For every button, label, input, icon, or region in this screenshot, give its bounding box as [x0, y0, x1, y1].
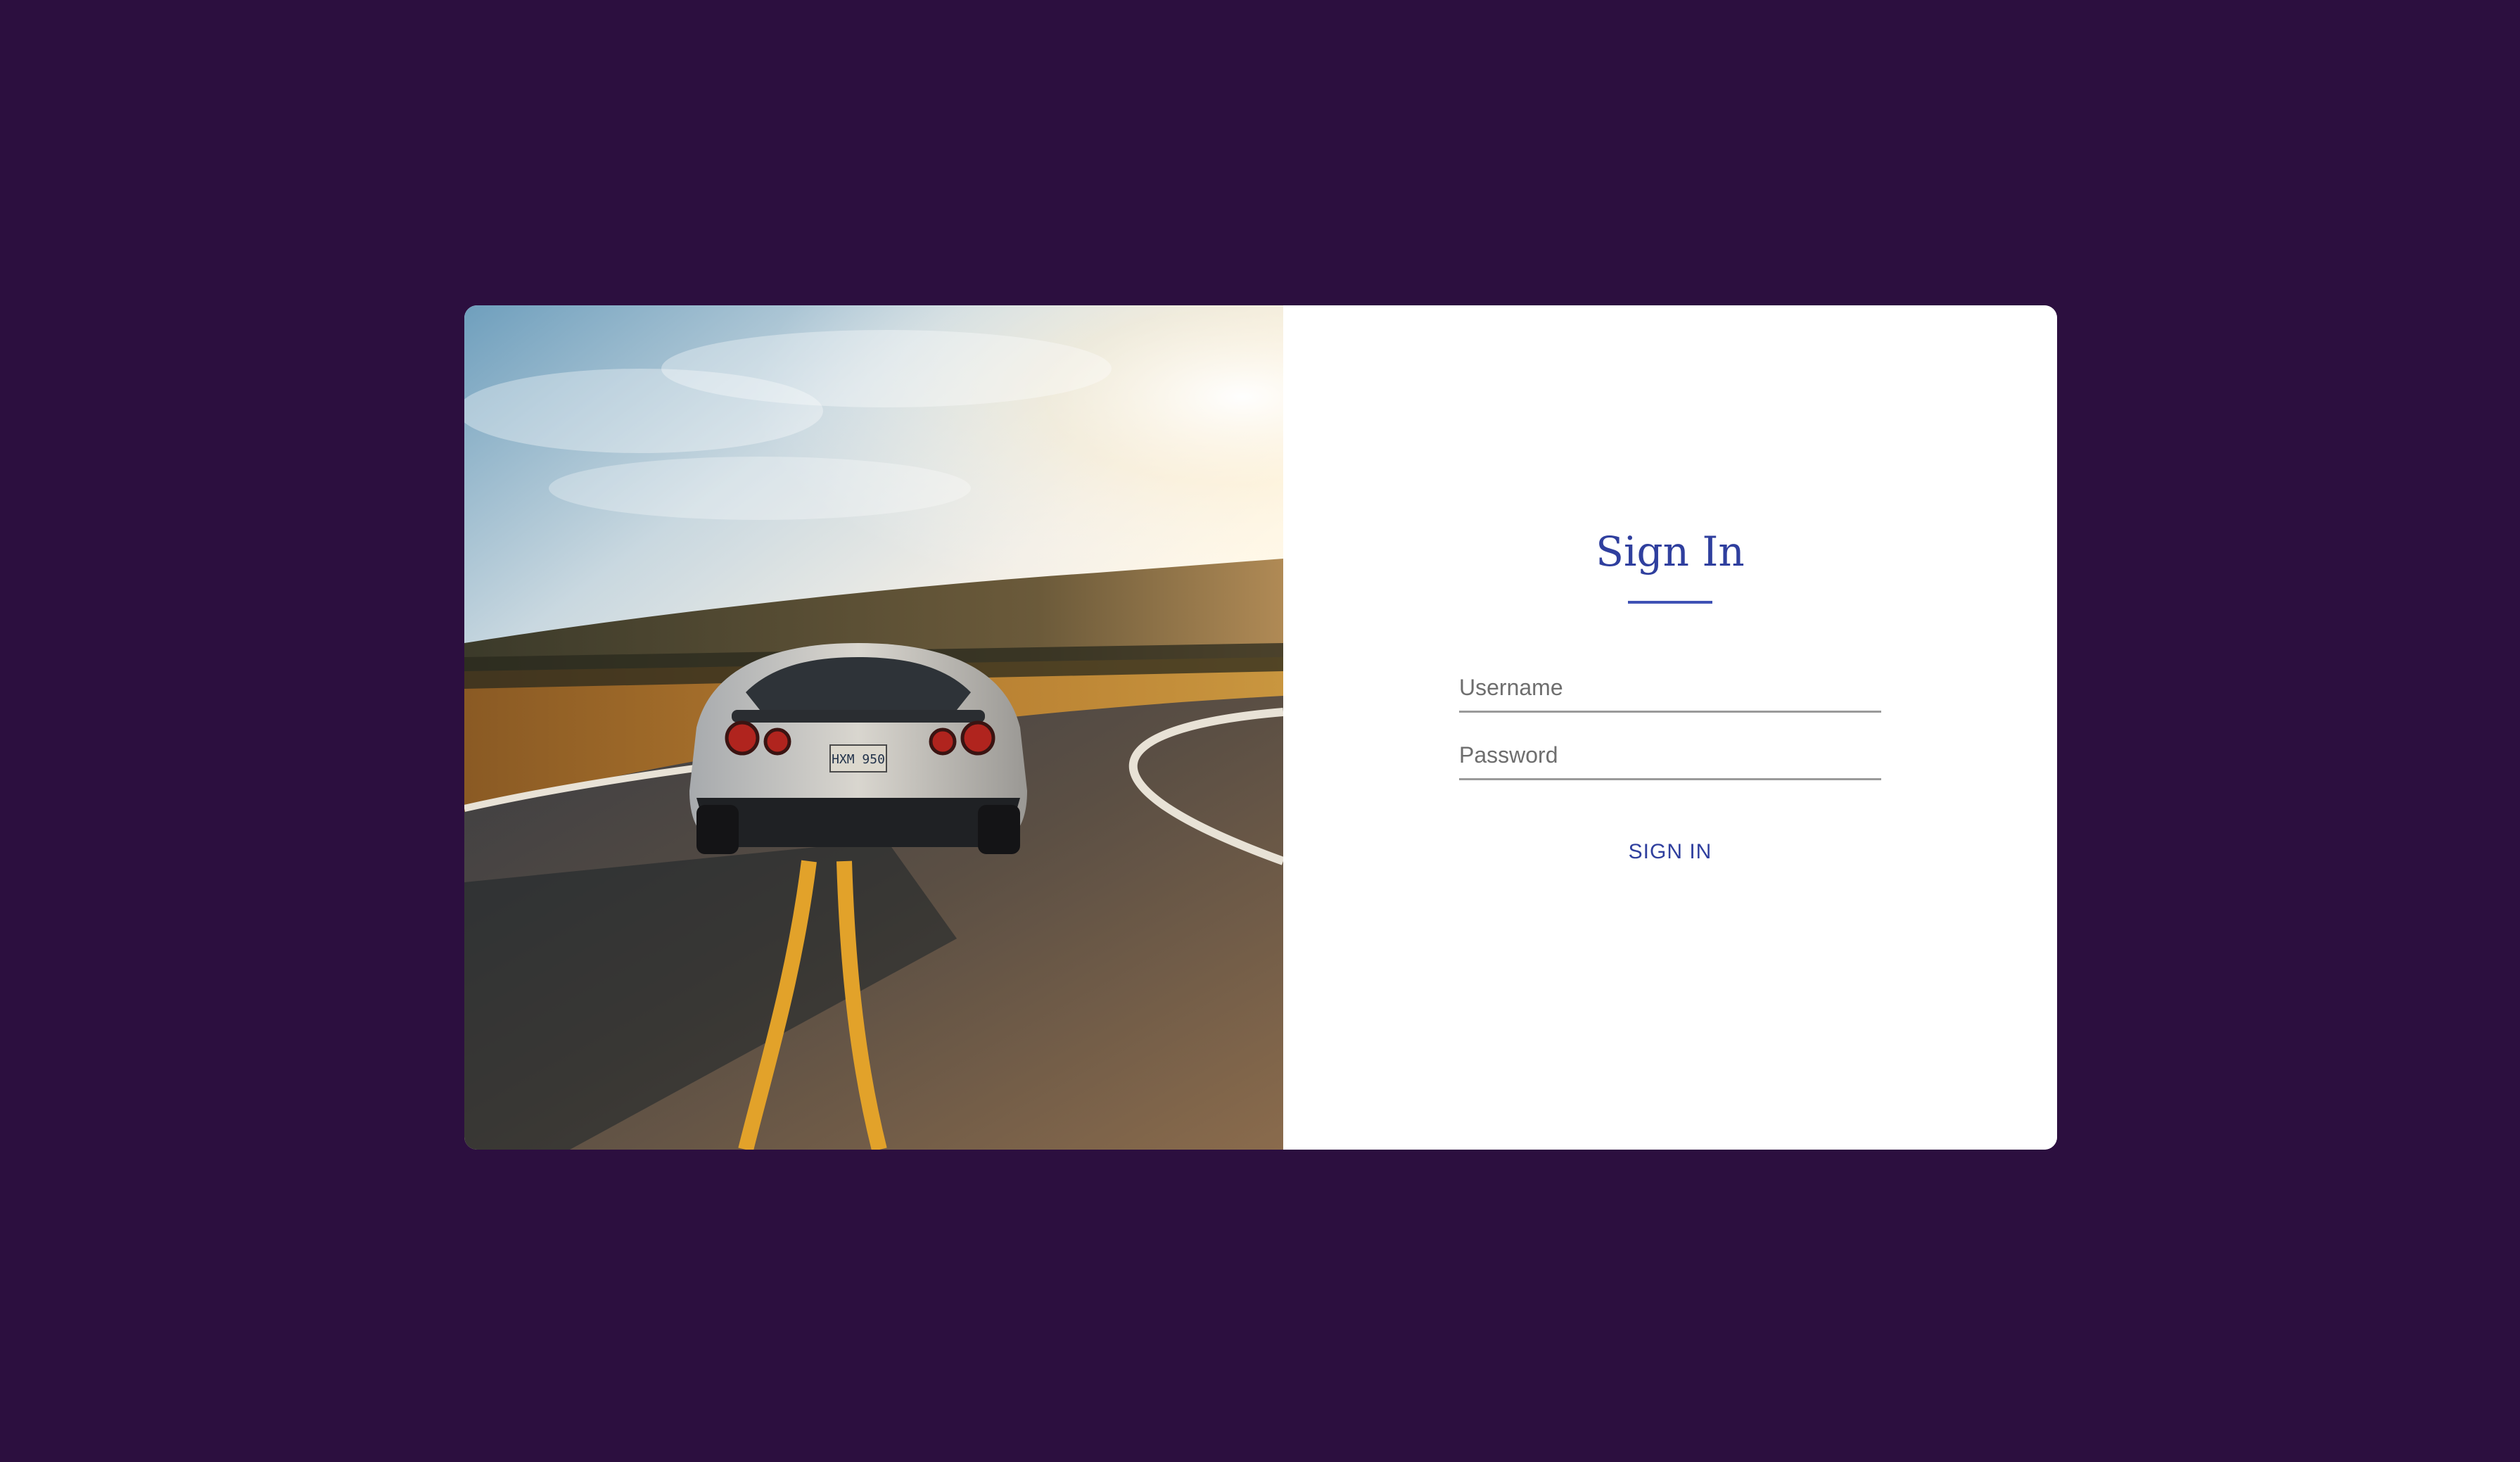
road-car-illustration: HXM 950 — [464, 305, 1283, 1150]
username-input[interactable] — [1459, 670, 1881, 713]
login-page: HXM 950 Sign In SIGN IN — [0, 0, 2520, 1462]
signin-form: Sign In SIGN IN — [1283, 305, 2057, 1150]
login-card: HXM 950 Sign In SIGN IN — [464, 305, 2057, 1150]
signin-button[interactable]: SIGN IN — [1608, 829, 1733, 875]
password-field — [1459, 737, 1881, 780]
password-input[interactable] — [1459, 737, 1881, 780]
username-field — [1459, 670, 1881, 713]
license-plate-text: HXM 950 — [832, 752, 885, 767]
hero-photo: HXM 950 — [464, 305, 1283, 1150]
signin-title: Sign In — [1596, 528, 1745, 576]
title-underline — [1628, 601, 1712, 604]
